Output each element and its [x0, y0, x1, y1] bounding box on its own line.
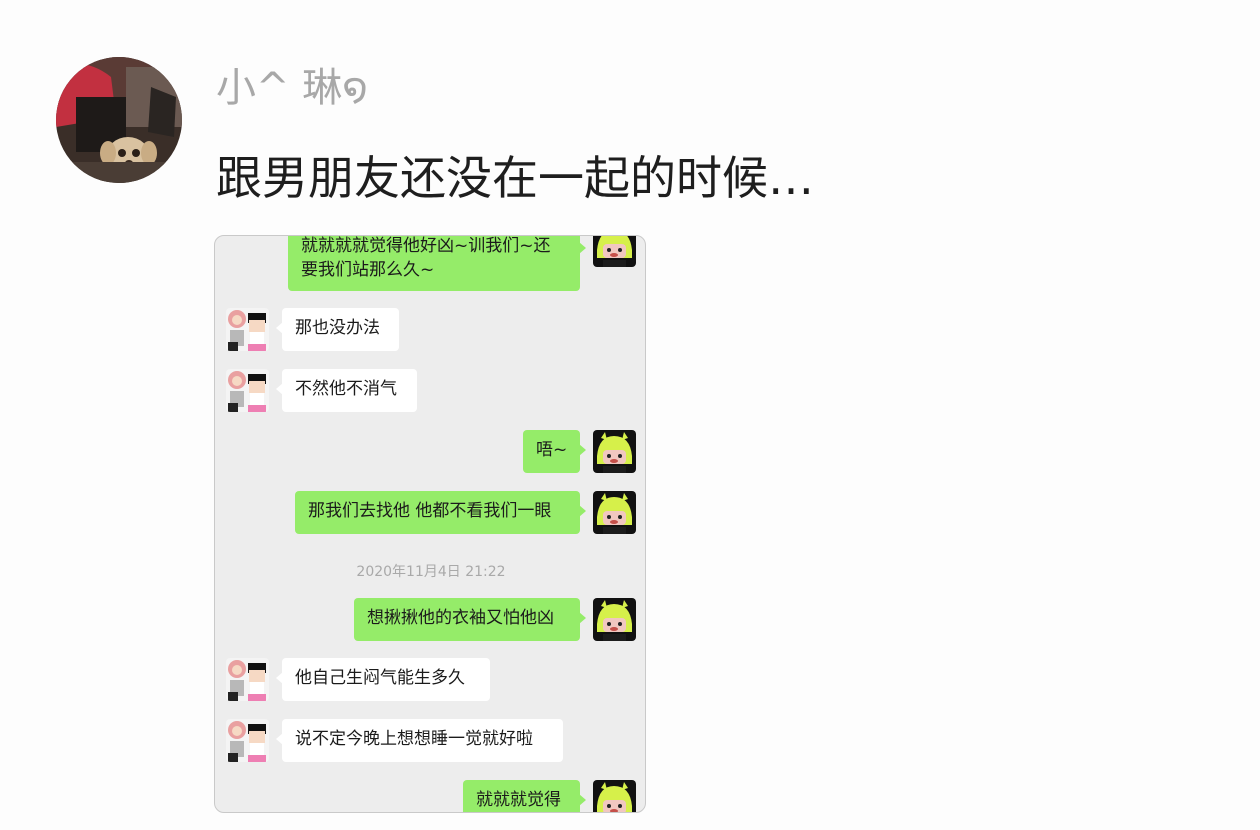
post-username[interactable]: 小^ 琳໑ [216, 60, 368, 116]
self-avatar[interactable] [593, 430, 636, 473]
chat-bubble-sent: 就就就就觉得他好凶~训我们~还 要我们站那么久~ [288, 236, 586, 291]
chat-bubble-received: 他自己生闷气能生多久 [276, 658, 490, 701]
contact-avatar[interactable] [226, 658, 269, 701]
green-haired-girl-avatar-icon [593, 430, 636, 473]
chat-bubble-received: 说不定今晚上想想睡一觉就好啦 [276, 719, 563, 762]
chat-bubble-sent: 就就就觉得 [463, 780, 586, 812]
green-haired-girl-avatar-icon [593, 491, 636, 534]
contact-avatar[interactable] [226, 369, 269, 412]
couple-cartoon-avatar-icon [226, 719, 269, 762]
chat-message-line: 要我们站那么久~ [301, 260, 435, 280]
self-avatar[interactable] [593, 236, 636, 267]
chat-bubble-sent: 唔~ [523, 430, 586, 473]
self-avatar[interactable] [593, 491, 636, 534]
chat-bubble-received: 那也没办法 [276, 308, 399, 351]
self-avatar[interactable] [593, 780, 636, 812]
green-haired-girl-avatar-icon [593, 236, 636, 267]
self-avatar[interactable] [593, 598, 636, 641]
couple-cartoon-avatar-icon [226, 308, 269, 351]
couple-cartoon-avatar-icon [226, 369, 269, 412]
green-haired-girl-avatar-icon [593, 780, 636, 812]
avatar-photo-icon [56, 57, 182, 183]
chat-message-line: 就就就就觉得他好凶~训我们~还 [301, 236, 551, 256]
chat-timestamp: 2020年11月4日 21:22 [356, 564, 506, 580]
post-text: 跟男朋友还没在一起的时候… [216, 151, 814, 205]
contact-avatar[interactable] [226, 719, 269, 762]
chat-bubble-received: 不然他不消气 [276, 369, 417, 412]
couple-cartoon-avatar-icon [226, 658, 269, 701]
author-avatar[interactable] [56, 57, 182, 183]
contact-avatar[interactable] [226, 308, 269, 351]
chat-screenshot-image[interactable]: 就就就就觉得他好凶~训我们~还 要我们站那么久~ 那也没办法 不然他不消气 唔~… [214, 235, 646, 813]
chat-bubble-sent: 想揪揪他的衣袖又怕他凶 [354, 598, 586, 641]
chat-bubble-sent: 那我们去找他 他都不看我们一眼 [295, 491, 586, 534]
green-haired-girl-avatar-icon [593, 598, 636, 641]
